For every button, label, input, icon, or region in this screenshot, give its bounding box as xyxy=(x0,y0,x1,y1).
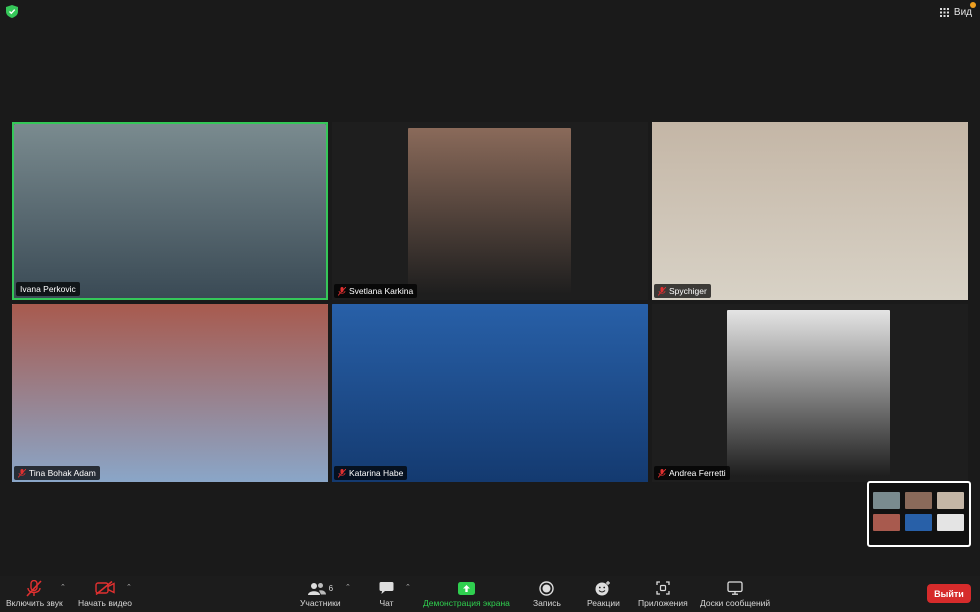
unmute-button[interactable]: Включить звук xyxy=(6,579,63,608)
video-feed xyxy=(652,122,968,300)
meeting-toolbar: Включить звук ⌃ Начать видео ⌃ 6 Участни… xyxy=(0,576,980,612)
apps-icon xyxy=(656,581,670,595)
participant-tile[interactable]: Tina Bohak Adam xyxy=(12,304,328,482)
audio-options-chevron[interactable]: ⌃ xyxy=(60,583,66,591)
apps-label: Приложения xyxy=(638,598,688,608)
participant-name: Katarina Habe xyxy=(349,468,404,478)
muted-mic-icon xyxy=(658,468,666,478)
thumbnail-tile xyxy=(873,514,900,531)
whiteboard-icon xyxy=(727,581,743,595)
participant-tile[interactable]: Ivana Perkovic xyxy=(12,122,328,300)
participants-label: Участники xyxy=(300,598,341,608)
participants-icon xyxy=(307,582,326,595)
participant-tile[interactable]: Spychiger xyxy=(652,122,968,300)
participants-count: 6 xyxy=(328,583,334,593)
video-feed xyxy=(12,304,328,482)
video-feed xyxy=(408,128,571,294)
apps-button[interactable]: Приложения xyxy=(638,579,688,608)
participant-name-tag: Tina Bohak Adam xyxy=(14,466,100,480)
participant-name-tag: Katarina Habe xyxy=(334,466,408,480)
record-label: Запись xyxy=(533,598,561,608)
thumbnail-tile xyxy=(937,492,964,509)
start-video-button[interactable]: Начать видео xyxy=(78,579,132,608)
participant-name: Svetlana Karkina xyxy=(349,286,414,296)
participant-tile[interactable]: Katarina Habe xyxy=(332,304,648,482)
thumbnail-tile xyxy=(905,492,932,509)
participant-name: Tina Bohak Adam xyxy=(29,468,96,478)
start-video-label: Начать видео xyxy=(78,598,133,608)
thumbnail-tile xyxy=(937,514,964,531)
whiteboards-button[interactable]: Доски сообщений xyxy=(700,579,770,608)
view-label: Вид xyxy=(953,6,972,18)
leave-meeting-button[interactable]: Выйти xyxy=(927,584,971,603)
chat-label: Чат xyxy=(379,598,394,608)
unmute-label: Включить звук xyxy=(6,598,63,608)
view-button[interactable]: Вид xyxy=(939,2,976,20)
thumbnail-tile xyxy=(873,492,900,509)
share-screen-icon xyxy=(457,581,475,595)
muted-mic-icon xyxy=(338,468,346,478)
shield-icon[interactable] xyxy=(6,5,18,18)
notification-dot xyxy=(970,2,976,8)
gallery-thumbnail[interactable] xyxy=(867,481,971,547)
reactions-button[interactable]: Реакции xyxy=(587,579,620,608)
record-icon xyxy=(539,580,555,596)
share-screen-label: Демонстрация экрана xyxy=(423,598,510,608)
participant-tile[interactable]: Svetlana Karkina xyxy=(332,122,648,300)
participant-name-tag: Spychiger xyxy=(654,284,711,298)
muted-mic-icon xyxy=(26,579,42,597)
participant-name: Spychiger xyxy=(669,286,707,296)
grid-view-icon xyxy=(939,7,949,17)
participant-tile[interactable]: Andrea Ferretti xyxy=(652,304,968,482)
chat-options-chevron[interactable]: ⌃ xyxy=(405,583,411,591)
smiley-icon xyxy=(595,580,611,595)
video-feed xyxy=(332,304,648,482)
participant-name-tag: Andrea Ferretti xyxy=(654,466,730,480)
muted-mic-icon xyxy=(658,286,666,296)
muted-mic-icon xyxy=(338,286,346,296)
chat-button[interactable]: Чат xyxy=(379,579,394,608)
video-off-icon xyxy=(95,581,115,595)
participants-button[interactable]: 6 Участники xyxy=(300,579,341,608)
record-button[interactable]: Запись xyxy=(533,579,561,608)
whiteboards-label: Доски сообщений xyxy=(700,598,771,608)
participant-name-tag: Svetlana Karkina xyxy=(334,284,418,298)
participant-name-tag: Ivana Perkovic xyxy=(16,282,80,296)
reactions-label: Реакции xyxy=(587,598,620,608)
thumbnail-tile xyxy=(905,514,932,531)
video-feed xyxy=(727,310,890,476)
video-options-chevron[interactable]: ⌃ xyxy=(126,583,132,591)
video-feed xyxy=(14,124,326,298)
top-bar: Вид xyxy=(0,0,980,24)
participant-name: Andrea Ferretti xyxy=(669,468,726,478)
muted-mic-icon xyxy=(18,468,26,478)
participant-name: Ivana Perkovic xyxy=(20,284,76,294)
share-screen-button[interactable]: Демонстрация экрана xyxy=(423,579,510,608)
chat-icon xyxy=(379,582,394,594)
participants-options-chevron[interactable]: ⌃ xyxy=(345,583,351,591)
